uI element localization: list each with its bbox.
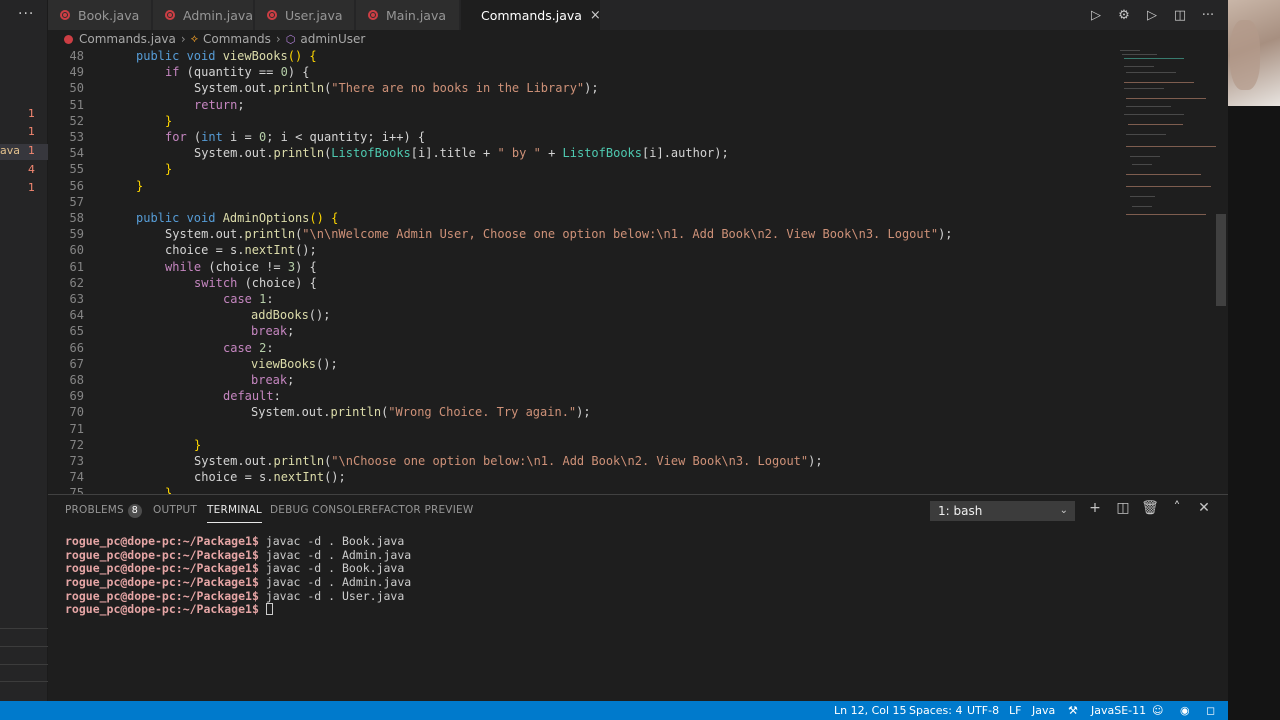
- tab-user-java[interactable]: User.java: [255, 0, 355, 30]
- problem-count: 1: [28, 181, 35, 194]
- java-runtime-icon: ⚒: [1068, 704, 1078, 717]
- breadcrumb-file[interactable]: Commands.java: [79, 32, 176, 46]
- debug-icon[interactable]: ⚙: [1110, 8, 1138, 23]
- editor-actions: ▷ ⚙ ▷ ◫ ···: [1082, 0, 1222, 30]
- method-icon: ⬡: [285, 32, 296, 46]
- split-editor-icon[interactable]: ◫: [1166, 8, 1194, 23]
- terminal-line: rogue_pc@dope-pc:~/Package1$ javac -d . …: [65, 575, 412, 590]
- tab-admin-java[interactable]: Admin.java: [153, 0, 254, 30]
- split-terminal-icon[interactable]: ◫: [1112, 500, 1134, 516]
- problem-count: 4: [28, 163, 35, 176]
- trash-icon[interactable]: 🗑: [1139, 500, 1161, 516]
- close-panel-icon[interactable]: ✕: [1193, 500, 1215, 516]
- java-runtime[interactable]: JavaSE-11: [1091, 704, 1146, 717]
- notifications-icon[interactable]: ◻: [1206, 704, 1215, 717]
- breadcrumb-class[interactable]: Commands: [203, 32, 271, 46]
- divider: [0, 681, 48, 682]
- problem-count: 1: [28, 144, 35, 157]
- more-actions-icon[interactable]: ···: [1194, 8, 1222, 23]
- cursor-position[interactable]: Ln 12, Col 15: [834, 704, 907, 717]
- problem-count: 1: [28, 125, 35, 138]
- tab-output[interactable]: OUTPUT: [153, 504, 197, 516]
- divider: [0, 646, 48, 647]
- tab-terminal[interactable]: TERMINAL: [207, 504, 262, 523]
- terminal-output[interactable]: rogue_pc@dope-pc:~/Package1$ javac -d . …: [65, 534, 1215, 617]
- terminal-line: rogue_pc@dope-pc:~/Package1$ javac -d . …: [65, 547, 412, 562]
- feedback-icon[interactable]: ☺: [1152, 704, 1163, 717]
- terminal-cursor: [265, 603, 273, 616]
- code-editor[interactable]: 48 public void viewBooks() { 49 if (quanti…: [48, 48, 1218, 494]
- problem-count: 1: [28, 107, 35, 120]
- java-file-icon: [267, 10, 277, 20]
- more-actions-icon[interactable]: ···: [18, 6, 34, 22]
- line-ending[interactable]: LF: [1009, 704, 1021, 717]
- tab-commands-java[interactable]: Commands.java ×: [461, 0, 601, 30]
- java-file-icon: [60, 10, 70, 20]
- chevron-down-icon: ⌄: [1059, 505, 1068, 516]
- run-icon[interactable]: ▷: [1082, 8, 1110, 23]
- explorer-item[interactable]: 4: [0, 163, 48, 179]
- new-terminal-icon[interactable]: +: [1084, 500, 1106, 516]
- webcam-overlay: [1228, 0, 1280, 720]
- class-icon: ⟡: [190, 32, 198, 45]
- editor-tab-bar: Book.java Admin.java User.java Main.java…: [48, 0, 1228, 30]
- java-file-icon: [368, 10, 378, 20]
- chevron-right-icon: ›: [180, 32, 186, 46]
- chevron-up-icon[interactable]: ˄: [1166, 500, 1188, 516]
- terminal-line: rogue_pc@dope-pc:~/Package1$ javac -d . …: [65, 534, 405, 548]
- run-java-icon[interactable]: ▷: [1138, 8, 1166, 23]
- terminal-line: rogue_pc@dope-pc:~/Package1$ javac -d . …: [65, 561, 405, 576]
- webcam-face: [1230, 20, 1260, 90]
- explorer-sidebar: ··· 1 1 ava 1 4 1: [0, 0, 48, 701]
- divider: [0, 664, 48, 665]
- java-file-icon: [64, 34, 73, 44]
- bottom-panel: PROBLEMS 8 OUTPUT TERMINAL DEBUG CONSOLE …: [48, 494, 1228, 701]
- breadcrumb: Commands.java › ⟡ Commands › ⬡ adminUser: [48, 30, 1228, 48]
- tab-book-java[interactable]: Book.java: [48, 0, 152, 30]
- account-icon[interactable]: ◉: [1180, 704, 1190, 717]
- editor-scrollbar[interactable]: [1216, 48, 1228, 494]
- explorer-item[interactable]: 1: [0, 125, 48, 141]
- terminal-line: rogue_pc@dope-pc:~/Package1$ javac -d . …: [65, 588, 405, 603]
- tab-problems[interactable]: PROBLEMS 8: [65, 504, 142, 518]
- scroll-thumb[interactable]: [1216, 214, 1226, 306]
- divider: [0, 628, 48, 629]
- tab-debug-console[interactable]: DEBUG CONSOLE: [270, 504, 365, 516]
- problems-count-badge: 8: [127, 504, 142, 518]
- chevron-right-icon: ›: [275, 32, 281, 46]
- terminal-line: rogue_pc@dope-pc:~/Package1$: [65, 603, 1215, 617]
- tab-main-java[interactable]: Main.java: [356, 0, 460, 30]
- status-bar: Ln 12, Col 15 Spaces: 4 UTF-8 LF Java ⚒ …: [0, 701, 1228, 720]
- minimap[interactable]: [1118, 48, 1218, 228]
- explorer-item[interactable]: ava 1: [0, 144, 48, 160]
- indentation[interactable]: Spaces: 4: [909, 704, 962, 717]
- explorer-item[interactable]: 1: [0, 181, 48, 197]
- encoding[interactable]: UTF-8: [967, 704, 999, 717]
- explorer-item[interactable]: 1: [0, 107, 48, 123]
- java-file-icon: [165, 10, 175, 20]
- close-tab-icon[interactable]: ×: [590, 8, 601, 23]
- language-mode[interactable]: Java: [1032, 704, 1055, 717]
- breadcrumb-method[interactable]: adminUser: [300, 32, 365, 46]
- terminal-select[interactable]: 1: bash ⌄: [930, 501, 1075, 521]
- tab-refactor-preview[interactable]: REFACTOR PREVIEW: [364, 504, 473, 516]
